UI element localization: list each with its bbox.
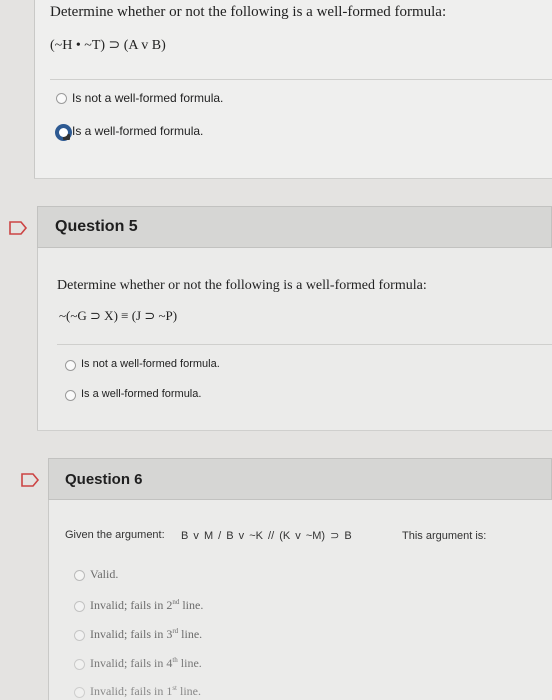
- question-5-title: Question 5: [55, 218, 138, 235]
- option-label: Invalid; fails in 2nd line.: [90, 598, 204, 612]
- question-4-card: [34, 0, 552, 178]
- option-label: Is not a well-formed formula.: [81, 358, 220, 370]
- radio-q6-option-2[interactable]: [74, 601, 85, 612]
- option-label: Invalid; fails in 3rd line.: [90, 627, 203, 641]
- option-label: Invalid; fails in 1st line.: [90, 684, 201, 698]
- question-6-argument: B v M / B v ~K // (K v ~M) ⊃ B: [181, 530, 352, 542]
- question-4-formula: (~H • ~T) ⊃ (A v B): [50, 38, 166, 53]
- option-label: Is a well-formed formula.: [81, 388, 202, 400]
- option-label: Is not a well-formed formula.: [72, 91, 224, 105]
- question-6-prompt: This argument is:: [402, 530, 487, 542]
- option-label: Valid.: [90, 567, 119, 581]
- flag-icon[interactable]: [8, 220, 28, 236]
- question-4-prompt: Determine whether or not the following i…: [50, 4, 447, 20]
- question-5-card: [37, 248, 552, 430]
- radio-q6-option-4[interactable]: [74, 659, 85, 670]
- radio-q5-option-1[interactable]: [65, 360, 76, 371]
- radio-q5-option-2[interactable]: [65, 390, 76, 401]
- flag-icon[interactable]: [20, 472, 40, 488]
- radio-q6-option-3[interactable]: [74, 630, 85, 641]
- radio-q6-option-1[interactable]: [74, 570, 85, 581]
- radio-q6-option-5[interactable]: [74, 687, 85, 698]
- radio-q4-option-1[interactable]: [56, 93, 67, 104]
- question-5-formula: ~(~G ⊃ X) ≡ (J ⊃ ~P): [59, 308, 178, 323]
- option-label: Invalid; fails in 4th line.: [90, 656, 202, 670]
- question-5-prompt: Determine whether or not the following i…: [57, 278, 427, 293]
- divider: [57, 344, 552, 345]
- option-label: Is a well-formed formula.: [72, 124, 204, 138]
- question-6-title: Question 6: [65, 471, 143, 488]
- question-6-given-label: Given the argument:: [65, 529, 165, 541]
- divider: [37, 430, 552, 431]
- divider: [34, 178, 552, 179]
- divider: [50, 79, 552, 80]
- radio-q4-option-2-selected[interactable]: [55, 124, 72, 141]
